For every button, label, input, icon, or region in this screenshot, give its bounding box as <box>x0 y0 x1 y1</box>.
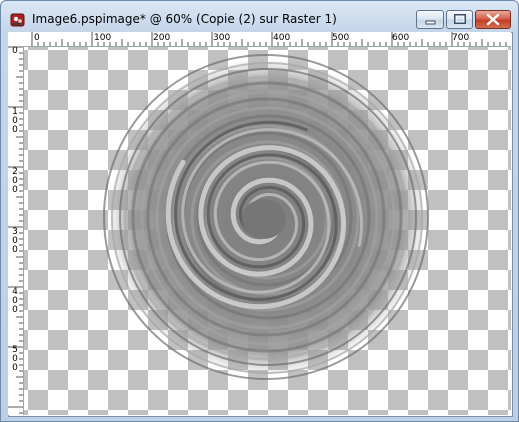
horizontal-ruler[interactable]: 0 100 200 300 400 500 600 700 <box>8 32 511 47</box>
ruler-v-label-100: 100 <box>12 107 18 135</box>
vertical-ruler[interactable]: 0 100 200 300 400 500 <box>8 46 24 415</box>
swirl-image <box>103 54 429 380</box>
ruler-v-label-200: 200 <box>12 167 18 195</box>
ruler-label-200: 200 <box>153 33 171 43</box>
ruler-v-label-0: 0 <box>12 46 18 56</box>
maximize-button[interactable] <box>446 10 473 29</box>
ruler-label-300: 300 <box>213 33 231 43</box>
ruler-label-600: 600 <box>392 33 410 43</box>
ruler-label-100: 100 <box>94 33 112 43</box>
ruler-label-0: 0 <box>34 33 40 43</box>
paint-shop-pro-app-icon <box>10 13 25 27</box>
ruler-label-700: 700 <box>452 33 470 43</box>
close-icon <box>486 13 500 26</box>
maximize-icon <box>454 14 466 24</box>
minimize-icon <box>425 20 436 25</box>
ruler-v-label-300: 300 <box>12 227 18 255</box>
window-title: Image6.pspimage* @ 60% (Copie (2) sur Ra… <box>32 12 337 26</box>
ruler-label-400: 400 <box>273 33 291 43</box>
image-canvas[interactable] <box>24 47 511 415</box>
ruler-label-500: 500 <box>332 33 350 43</box>
ruler-v-label-400: 400 <box>12 287 18 315</box>
close-button[interactable] <box>475 10 511 29</box>
minimize-button[interactable] <box>416 10 444 29</box>
horizontal-ruler-ticks <box>31 32 507 46</box>
ruler-v-label-500: 500 <box>12 345 18 373</box>
swirl-center <box>242 199 286 239</box>
